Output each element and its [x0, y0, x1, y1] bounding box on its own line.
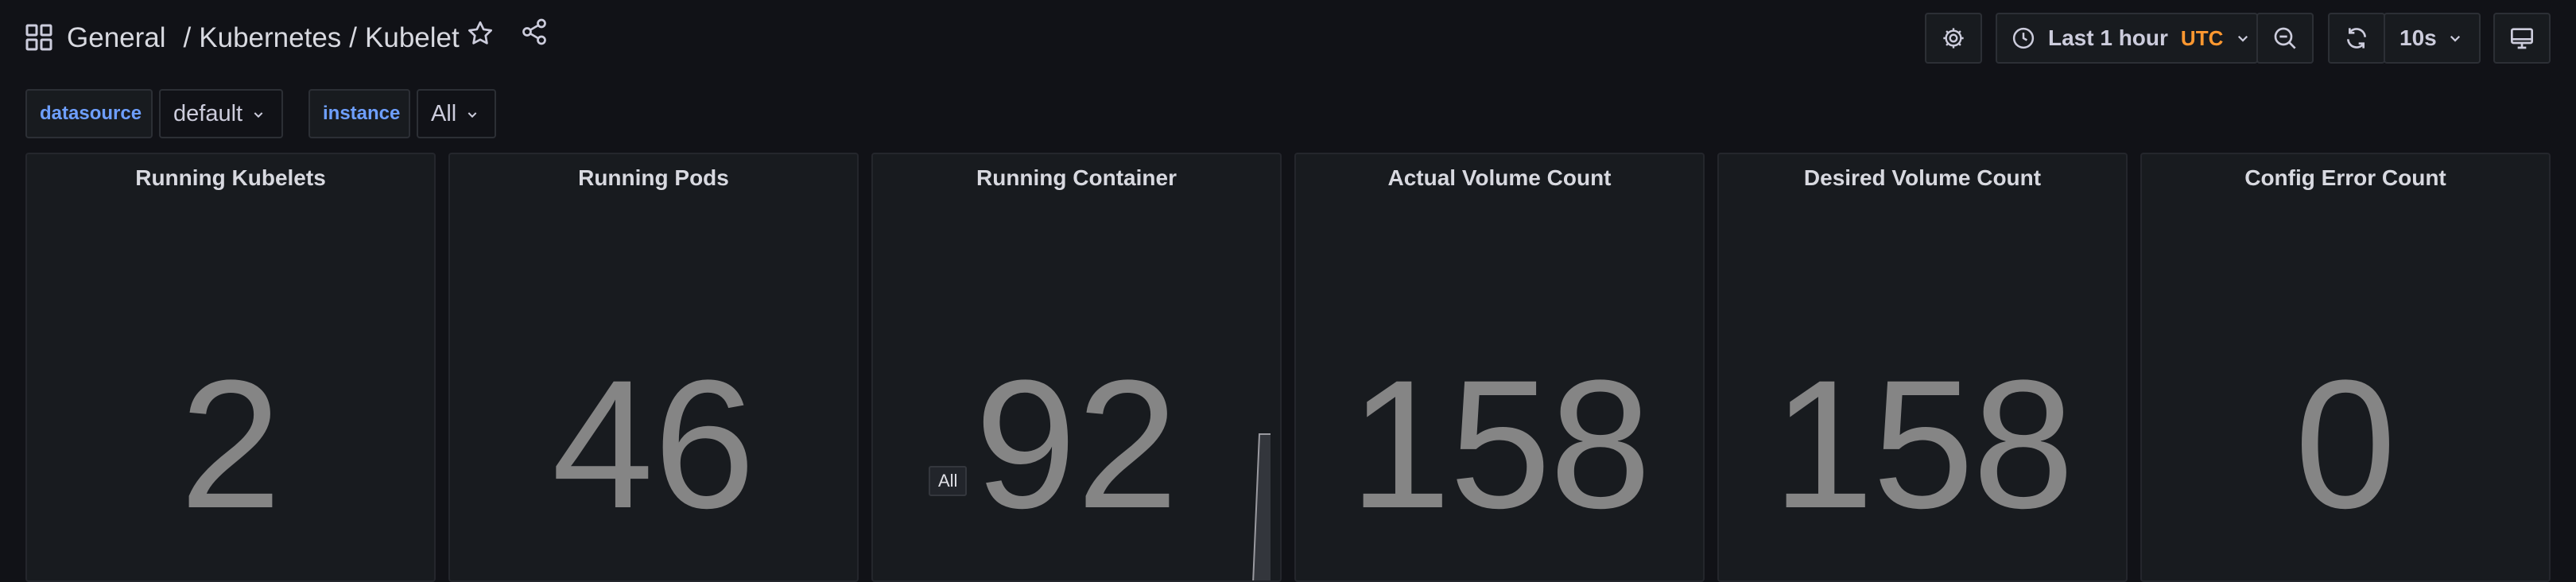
zoom-out-icon	[2272, 25, 2298, 51]
breadcrumb-separator: /	[349, 22, 358, 53]
variable-select-instance[interactable]: All	[417, 89, 496, 138]
dashboard-settings-button[interactable]	[1925, 13, 1982, 64]
star-icon[interactable]	[466, 19, 495, 48]
settings-icon	[1941, 25, 1966, 51]
timezone-label: UTC	[2180, 25, 2224, 50]
chevron-down-icon	[466, 101, 479, 127]
variable-select-datasource[interactable]: default	[159, 89, 283, 138]
stat-value: 2	[180, 342, 281, 546]
dashboard-title[interactable]: Kubelet	[365, 19, 460, 57]
stat-panel-desired-volume-count[interactable]: Desired Volume Count 158	[1717, 153, 2128, 582]
chevron-down-icon	[2236, 31, 2250, 45]
refresh-interval-label: 10s	[2399, 25, 2437, 50]
stat-panel-running-kubelets[interactable]: Running Kubelets 2	[25, 153, 436, 582]
refresh-interval-picker[interactable]: 10s	[2384, 13, 2481, 64]
tv-icon	[2509, 25, 2535, 51]
variable-label-instance: instance	[308, 89, 410, 138]
tv-mode-button[interactable]	[2493, 13, 2551, 64]
dashboard-navbar: General / Kubernetes / Kubelet Last 1 ho…	[0, 0, 2576, 75]
variable-label-datasource: datasource	[25, 89, 153, 138]
stat-value: 158	[1349, 342, 1651, 546]
stat-value: 0	[2295, 342, 2396, 546]
variable-value: All	[431, 100, 457, 126]
sparkline	[1252, 433, 1271, 580]
panel-title[interactable]: Running Pods	[450, 165, 857, 191]
breadcrumb-separator: /	[183, 22, 192, 53]
refresh-button[interactable]	[2328, 13, 2385, 64]
time-range-picker[interactable]: Last 1 hour UTC	[1996, 13, 2258, 64]
breadcrumb-folder[interactable]: General	[67, 19, 166, 57]
time-range-label: Last 1 hour	[2048, 25, 2168, 50]
breadcrumb: General / Kubernetes / Kubelet	[67, 19, 460, 57]
stat-panel-running-pods[interactable]: Running Pods 46	[448, 153, 859, 582]
template-variables: datasource default instance All	[0, 87, 2576, 140]
panel-title[interactable]: Actual Volume Count	[1296, 165, 1703, 191]
stat-panel-running-container[interactable]: Running Container 92 All	[871, 153, 1282, 582]
share-icon[interactable]	[520, 17, 549, 46]
breadcrumb-subfolder[interactable]: Kubernetes	[199, 19, 341, 57]
panel-title[interactable]: Running Kubelets	[27, 165, 434, 191]
variable-value: default	[173, 100, 243, 126]
panel-title[interactable]: Config Error Count	[2142, 165, 2549, 191]
stat-value: 46	[552, 342, 755, 546]
apps-icon[interactable]	[25, 24, 52, 51]
stat-value: 158	[1772, 342, 2074, 546]
chevron-down-icon	[2448, 31, 2462, 45]
series-tooltip: All	[929, 466, 968, 496]
panel-title[interactable]: Desired Volume Count	[1719, 165, 2126, 191]
stat-panel-config-error-count[interactable]: Config Error Count 0	[2140, 153, 2551, 582]
refresh-icon	[2344, 25, 2369, 51]
stat-panel-actual-volume-count[interactable]: Actual Volume Count 158	[1294, 153, 1705, 582]
chevron-down-icon	[252, 101, 265, 127]
clock-icon	[2012, 26, 2035, 50]
zoom-out-button[interactable]	[2256, 13, 2314, 64]
